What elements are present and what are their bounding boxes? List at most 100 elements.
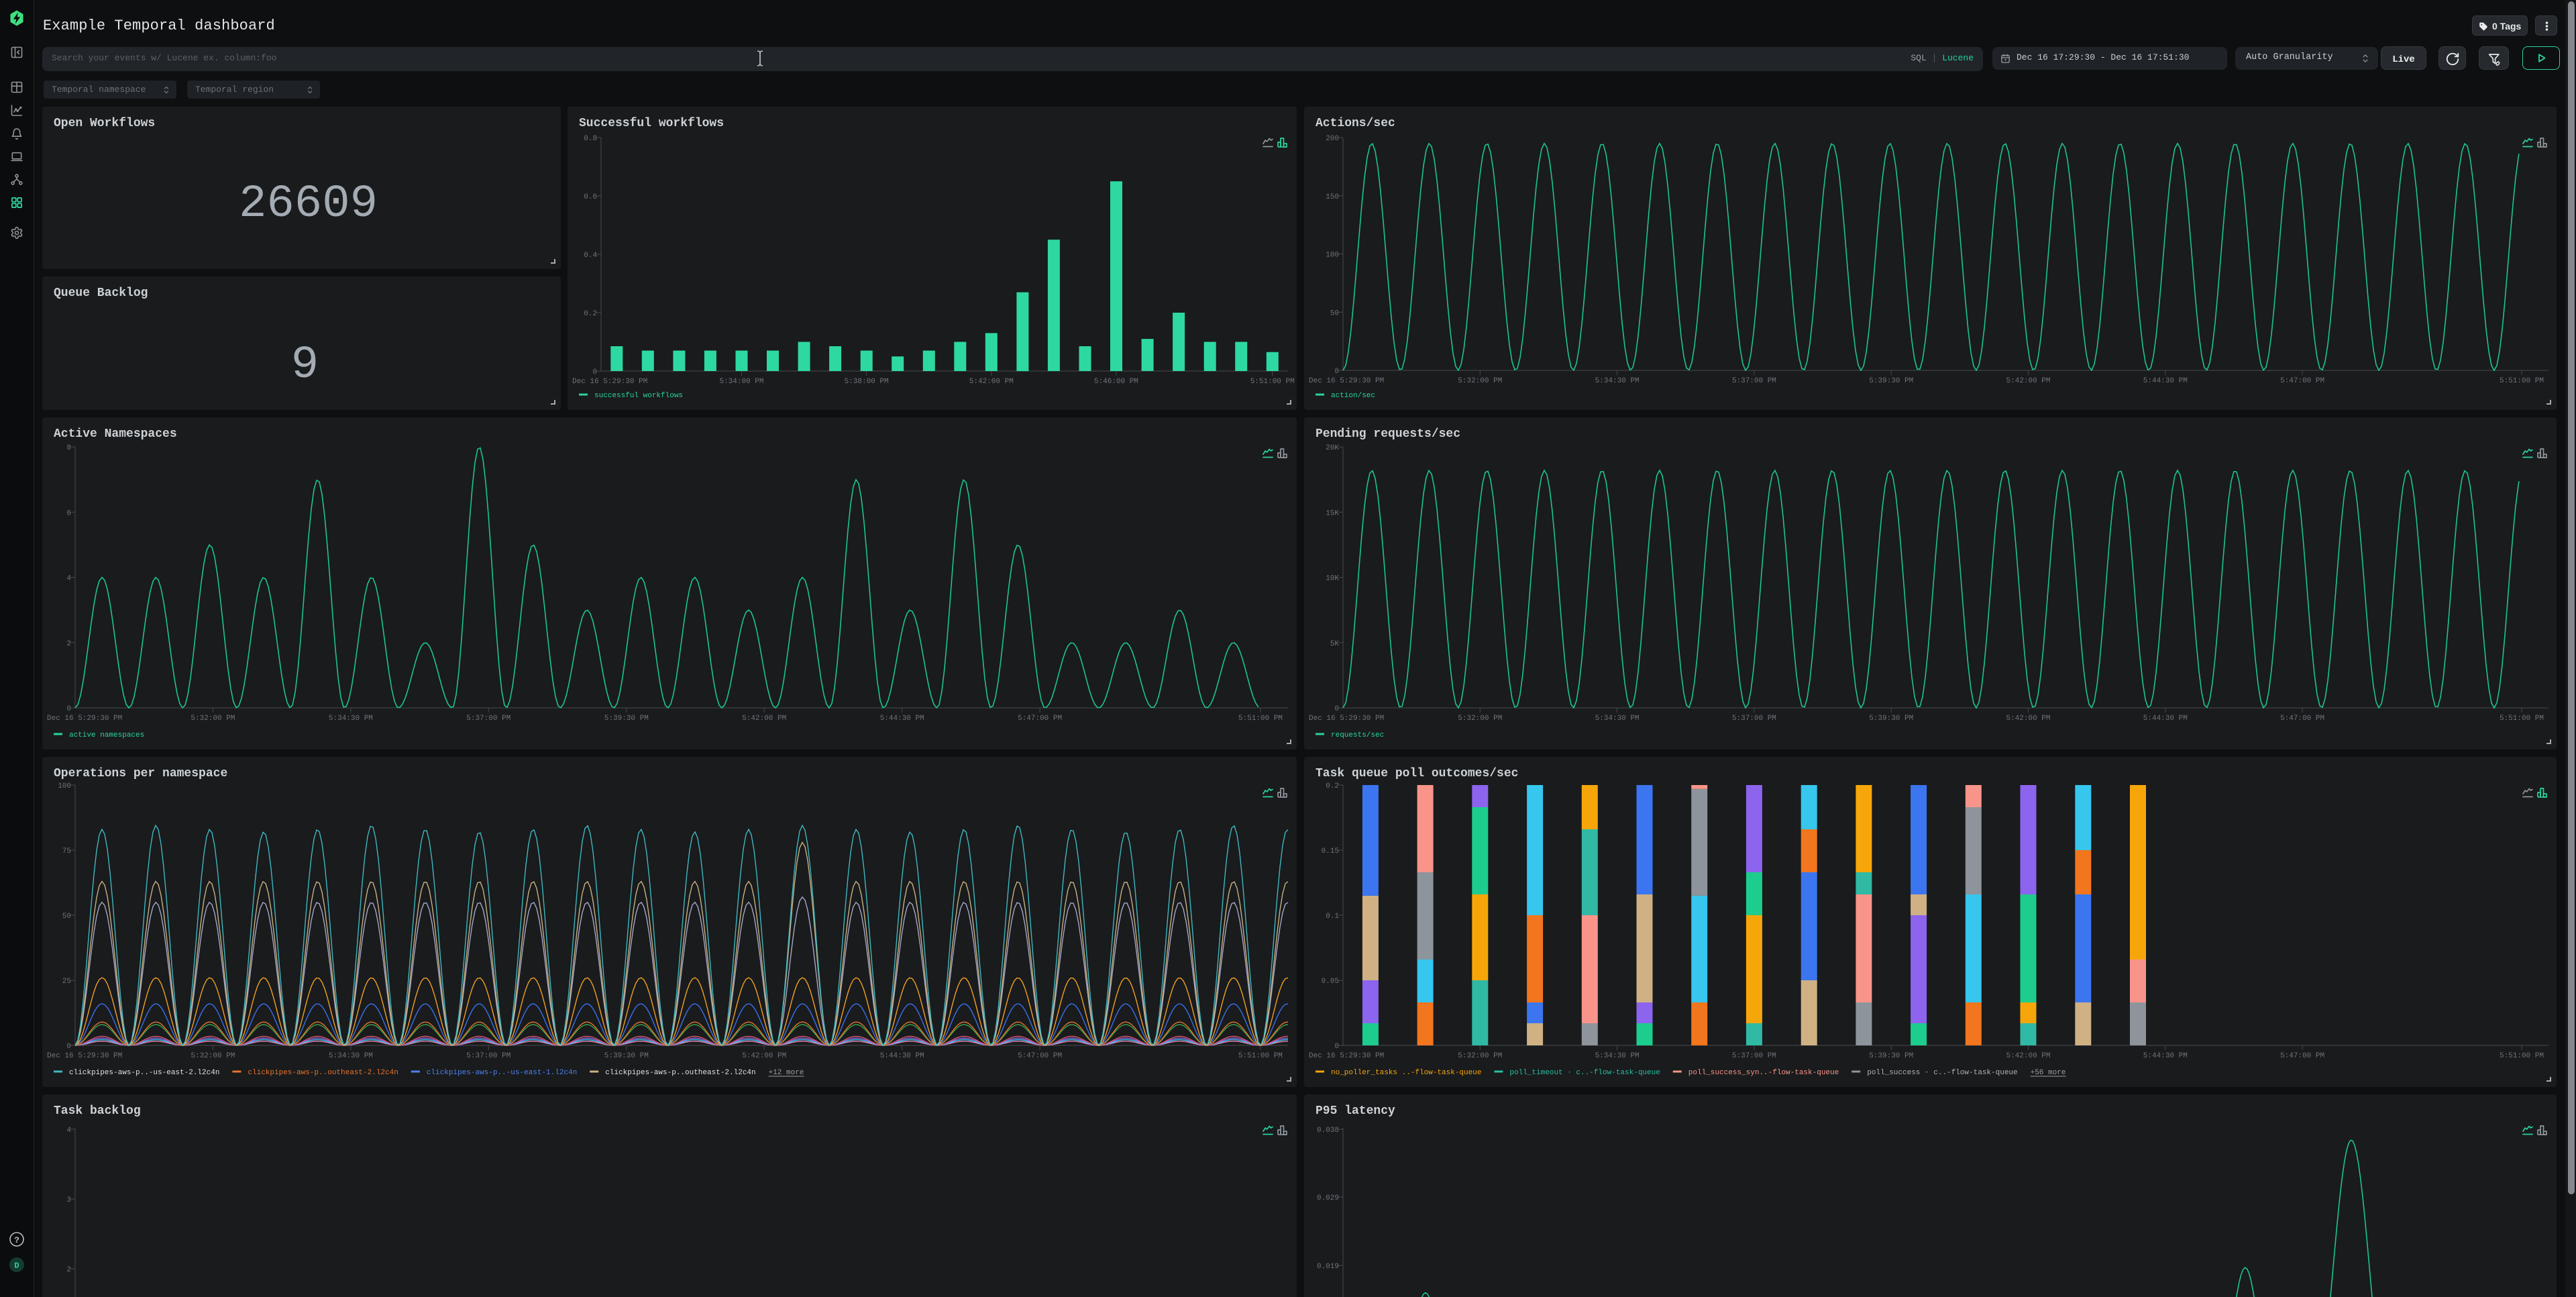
svg-text:0: 0 [66, 1043, 71, 1051]
svg-text:poll_timeout · c..-flow-task-q: poll_timeout · c..-flow-task-queue [1509, 1069, 1660, 1077]
svg-text:Open Workflows: Open Workflows [54, 117, 155, 130]
svg-text:9: 9 [291, 339, 319, 391]
svg-text:5:32:00 PM: 5:32:00 PM [191, 715, 235, 723]
svg-text:2: 2 [66, 640, 71, 648]
svg-text:5:39:30 PM: 5:39:30 PM [1869, 377, 1913, 385]
svg-text:5:37:00 PM: 5:37:00 PM [466, 715, 511, 723]
svg-text:Pending requests/sec: Pending requests/sec [1316, 427, 1460, 441]
svg-text:5:39:30 PM: 5:39:30 PM [1869, 1052, 1913, 1060]
svg-text:5:44:30 PM: 5:44:30 PM [880, 1052, 924, 1060]
svg-text:5:47:00 PM: 5:47:00 PM [2280, 715, 2324, 723]
svg-text:Dec 16 5:29:30 PM: Dec 16 5:29:30 PM [1309, 715, 1384, 723]
svg-text:5:47:00 PM: 5:47:00 PM [1018, 715, 1062, 723]
svg-text:0.2: 0.2 [1326, 782, 1339, 790]
svg-text:5:34:30 PM: 5:34:30 PM [1595, 377, 1640, 385]
svg-text:Dec 16 5:29:30 PM: Dec 16 5:29:30 PM [47, 1052, 122, 1060]
svg-text:26609: 26609 [239, 178, 378, 230]
svg-text:5:32:00 PM: 5:32:00 PM [1458, 377, 1502, 385]
svg-text:5:39:30 PM: 5:39:30 PM [604, 715, 649, 723]
svg-text:0.8: 0.8 [584, 135, 597, 143]
svg-text:successful workflows: successful workflows [594, 392, 683, 400]
svg-text:requests/sec: requests/sec [1331, 731, 1384, 739]
svg-text:5:34:30 PM: 5:34:30 PM [329, 1052, 373, 1060]
svg-text:0.029: 0.029 [1317, 1194, 1339, 1202]
svg-text:8: 8 [66, 444, 71, 452]
svg-text:5:42:00 PM: 5:42:00 PM [2006, 377, 2050, 385]
svg-text:3: 3 [66, 1196, 71, 1204]
svg-text:10K: 10K [1326, 575, 1339, 583]
svg-text:5:44:30 PM: 5:44:30 PM [2143, 377, 2188, 385]
svg-text:20K: 20K [1326, 444, 1339, 452]
svg-text:5:51:00 PM: 5:51:00 PM [1238, 1052, 1283, 1060]
svg-text:0.15: 0.15 [1322, 847, 1339, 855]
svg-text:+56 more: +56 more [2031, 1069, 2066, 1077]
svg-text:clickpipes-aws-p..outheast-2.l: clickpipes-aws-p..outheast-2.l2c4n [605, 1069, 755, 1077]
svg-text:5:51:00 PM: 5:51:00 PM [2500, 1052, 2544, 1060]
svg-text:0.4: 0.4 [584, 252, 597, 260]
svg-text:75: 75 [62, 847, 71, 855]
svg-text:100: 100 [58, 782, 71, 790]
svg-text:5:34:30 PM: 5:34:30 PM [1595, 715, 1640, 723]
svg-text:0: 0 [1334, 705, 1339, 713]
svg-text:5:32:00 PM: 5:32:00 PM [1458, 715, 1502, 723]
svg-text:5:37:00 PM: 5:37:00 PM [466, 1052, 511, 1060]
svg-text:5:37:00 PM: 5:37:00 PM [1732, 1052, 1776, 1060]
svg-text:5:51:00 PM: 5:51:00 PM [1250, 378, 1295, 386]
svg-text:action/sec: action/sec [1331, 392, 1375, 400]
svg-text:4: 4 [66, 575, 71, 583]
svg-text:D: D [14, 1261, 19, 1271]
svg-text:5:44:30 PM: 5:44:30 PM [2143, 1052, 2188, 1060]
svg-text:Active Namespaces: Active Namespaces [54, 427, 177, 441]
svg-text:+12 more: +12 more [769, 1069, 804, 1077]
svg-text:0: 0 [1334, 368, 1339, 376]
svg-text:clickpipes-aws-p..-us-east-1.l: clickpipes-aws-p..-us-east-1.l2c4n [427, 1069, 577, 1077]
svg-text:poll_success_syn..-flow-task-q: poll_success_syn..-flow-task-queue [1688, 1069, 1839, 1077]
svg-text:5:47:00 PM: 5:47:00 PM [2280, 1052, 2324, 1060]
svg-text:5:44:30 PM: 5:44:30 PM [880, 715, 924, 723]
svg-text:5:46:00 PM: 5:46:00 PM [1094, 378, 1138, 386]
svg-text:5:42:00 PM: 5:42:00 PM [969, 378, 1014, 386]
svg-text:50: 50 [1330, 309, 1339, 317]
svg-text:active namespaces: active namespaces [69, 731, 144, 739]
svg-text:5:39:30 PM: 5:39:30 PM [604, 1052, 649, 1060]
svg-text:0.038: 0.038 [1317, 1127, 1339, 1135]
svg-text:Dec 16 5:29:30 PM: Dec 16 5:29:30 PM [1309, 377, 1384, 385]
svg-text:0.6: 0.6 [584, 193, 597, 201]
svg-text:Operations per namespace: Operations per namespace [54, 767, 227, 780]
svg-text:5:47:00 PM: 5:47:00 PM [1018, 1052, 1062, 1060]
svg-text:4: 4 [66, 1127, 71, 1135]
svg-text:5:42:00 PM: 5:42:00 PM [742, 715, 786, 723]
svg-text:50: 50 [62, 913, 71, 921]
svg-text:15K: 15K [1326, 509, 1339, 517]
svg-text:Successful workflows: Successful workflows [579, 117, 724, 130]
svg-text:0.2: 0.2 [584, 310, 597, 318]
svg-text:5:47:00 PM: 5:47:00 PM [2280, 377, 2324, 385]
svg-text:5:32:00 PM: 5:32:00 PM [191, 1052, 235, 1060]
svg-text:Dec 16 5:29:30 PM: Dec 16 5:29:30 PM [1309, 1052, 1384, 1060]
svg-text:Task backlog: Task backlog [54, 1104, 141, 1118]
svg-text:150: 150 [1326, 193, 1339, 201]
svg-text:5:38:00 PM: 5:38:00 PM [845, 378, 889, 386]
svg-text:?: ? [14, 1235, 19, 1245]
svg-text:5:51:00 PM: 5:51:00 PM [2500, 715, 2544, 723]
svg-text:P95 latency: P95 latency [1316, 1104, 1395, 1118]
svg-text:0.1: 0.1 [1326, 913, 1339, 921]
svg-text:Queue Backlog: Queue Backlog [54, 287, 148, 300]
svg-text:clickpipes-aws-p..outheast-2.l: clickpipes-aws-p..outheast-2.l2c4n [248, 1069, 398, 1077]
svg-text:5:51:00 PM: 5:51:00 PM [2500, 377, 2544, 385]
svg-text:0: 0 [66, 705, 71, 713]
svg-text:5K: 5K [1330, 640, 1340, 648]
svg-text:5:34:00 PM: 5:34:00 PM [719, 378, 763, 386]
svg-text:5:51:00 PM: 5:51:00 PM [1238, 715, 1283, 723]
svg-text:5:32:00 PM: 5:32:00 PM [1458, 1052, 1502, 1060]
svg-text:Task queue poll outcomes/sec: Task queue poll outcomes/sec [1316, 767, 1518, 780]
svg-text:200: 200 [1326, 135, 1339, 143]
svg-text:0.05: 0.05 [1322, 978, 1339, 986]
svg-text:5:42:00 PM: 5:42:00 PM [2006, 1052, 2050, 1060]
svg-text:5:37:00 PM: 5:37:00 PM [1732, 715, 1776, 723]
svg-text:0: 0 [1334, 1043, 1339, 1051]
svg-text:0 Tags: 0 Tags [2492, 21, 2522, 32]
svg-text:0: 0 [592, 368, 597, 376]
svg-text:Actions/sec: Actions/sec [1316, 117, 1395, 130]
svg-text:Dec 16 5:29:30 PM: Dec 16 5:29:30 PM [572, 378, 647, 386]
